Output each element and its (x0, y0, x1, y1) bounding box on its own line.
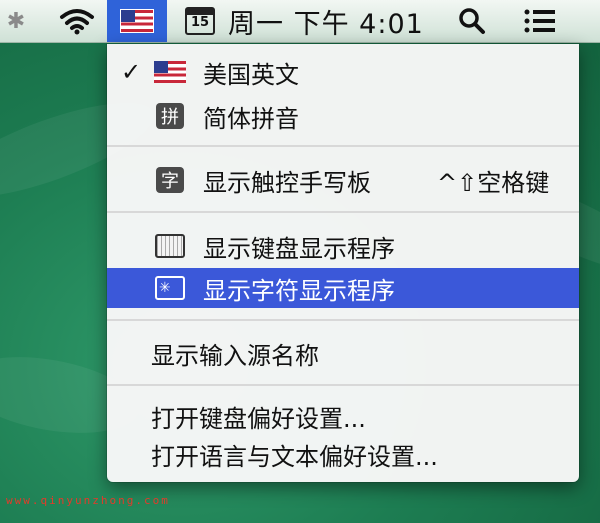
menu-item-pinyin[interactable]: 拼 简体拼音 (107, 96, 579, 136)
menu-item-keyboard-viewer[interactable]: 显示键盘显示程序 (107, 226, 579, 266)
menu-separator (107, 384, 579, 386)
checkmark-icon: ✓ (120, 58, 142, 86)
input-menu-button[interactable] (107, 0, 167, 42)
menu-item-us-english[interactable]: ✓ 美国英文 (107, 52, 579, 92)
search-glyph (459, 8, 485, 34)
character-viewer-icon: ✳ (154, 275, 186, 301)
menu-separator (107, 319, 579, 321)
search-icon[interactable] (447, 0, 497, 42)
flag-us-icon (154, 59, 186, 85)
menu-item-label: 美国英文 (203, 60, 299, 89)
menu-item-character-viewer[interactable]: ✳ 显示字符显示程序 (107, 268, 579, 308)
calendar-day: 15 (190, 15, 210, 30)
wifi-icon[interactable] (52, 0, 102, 42)
clock-datetime[interactable]: 周一 下午 4:01 (228, 0, 438, 42)
menu-item-label: 简体拼音 (203, 104, 299, 133)
pinyin-icon: 拼 (154, 103, 186, 129)
menu-separator (107, 211, 579, 213)
list-glyph (524, 9, 555, 33)
wifi-glyph (60, 9, 94, 35)
menu-item-input-source-name[interactable]: 显示输入源名称 (107, 333, 579, 373)
flag-us-icon (121, 10, 153, 32)
input-source-menu: ✓ 美国英文 拼 简体拼音 字 显示触控手写板 ^⇧空格键 显示键盘显示程序 ✳… (107, 44, 579, 482)
watermark: www.qinyunzhong.com (6, 494, 170, 507)
menu-item-label: 显示字符显示程序 (203, 276, 395, 305)
menu-item-label: 显示输入源名称 (151, 341, 319, 370)
bluetooth-icon[interactable]: ✱ (2, 0, 30, 42)
menu-item-label: 显示触控手写板 (203, 168, 371, 197)
menu-item-handwriting[interactable]: 字 显示触控手写板 ^⇧空格键 (107, 160, 579, 200)
bluetooth-glyph: ✱ (6, 8, 26, 34)
menu-item-label: 显示键盘显示程序 (203, 234, 395, 263)
menu-item-language-prefs[interactable]: 打开语言与文本偏好设置... (107, 434, 579, 474)
menu-item-label: 打开键盘偏好设置... (151, 404, 366, 433)
calendar-icon[interactable]: 15 (180, 0, 220, 42)
menu-item-shortcut: ^⇧空格键 (437, 168, 550, 197)
menu-item-label: 打开语言与文本偏好设置... (151, 442, 438, 471)
menu-list-icon[interactable] (510, 0, 570, 42)
keyboard-viewer-icon (154, 233, 186, 259)
menu-separator (107, 145, 579, 147)
calendar-glyph: 15 (185, 7, 215, 35)
menu-item-keyboard-prefs[interactable]: 打开键盘偏好设置... (107, 396, 579, 436)
datetime-text: 周一 下午 4:01 (228, 8, 424, 40)
menu-bar: ✱ 15 周一 下午 4:01 (0, 0, 600, 43)
handwriting-icon: 字 (154, 167, 186, 193)
